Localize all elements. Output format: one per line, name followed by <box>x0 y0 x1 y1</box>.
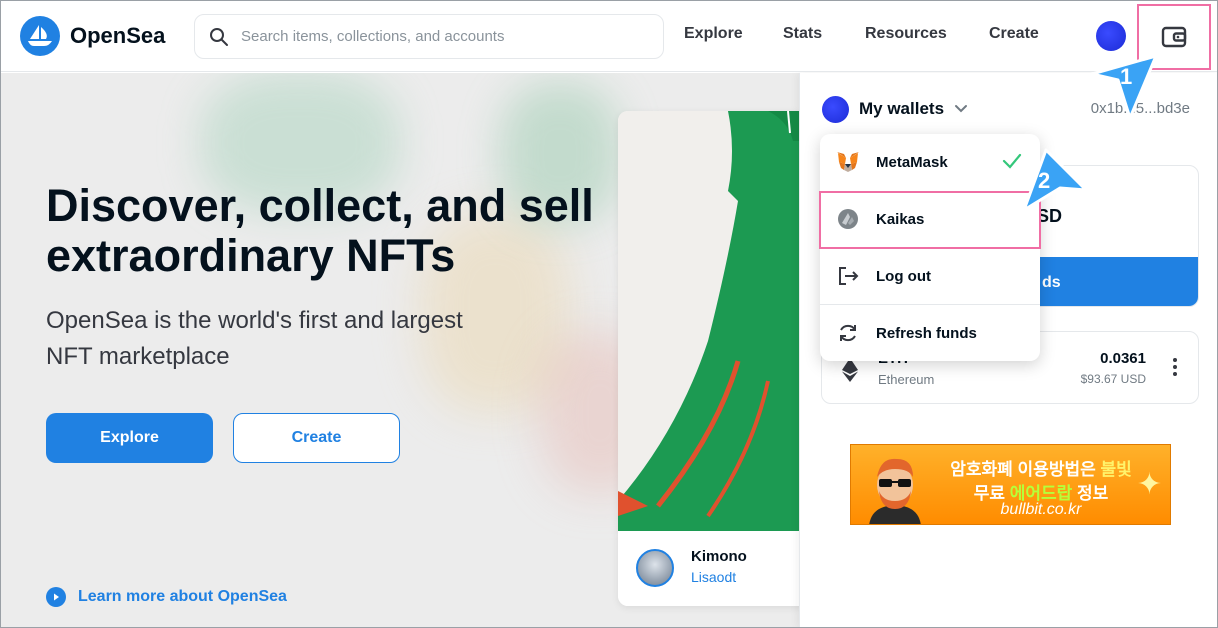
create-button[interactable]: Create <box>233 413 400 463</box>
learn-more-label: Learn more about OpenSea <box>78 588 287 605</box>
chevron-down-icon[interactable] <box>954 101 968 115</box>
menu-item-label: MetaMask <box>876 153 948 171</box>
step-marker-2: 2 <box>1020 148 1090 214</box>
sparkle-icon: ✦ <box>1136 468 1162 501</box>
menu-item-metamask[interactable]: MetaMask <box>820 134 1040 190</box>
menu-item-label: Log out <box>876 267 931 285</box>
opensea-logo[interactable]: OpenSea <box>20 16 165 56</box>
kaikas-icon <box>836 207 860 231</box>
wallet-dropdown-menu: MetaMask Kaikas Log out Refresh funds <box>820 134 1040 361</box>
creator-avatar[interactable] <box>636 549 674 587</box>
ad-character-image <box>869 458 921 524</box>
featured-nft-footer: Kimono Lisaodt <box>618 531 800 606</box>
menu-item-kaikas[interactable]: Kaikas <box>820 191 1040 247</box>
hero-section: Discover, collect, and sell extraordinar… <box>0 73 800 628</box>
nft-author[interactable]: Lisaodt <box>691 569 736 585</box>
token-usd-value: $93.67 USD <box>1080 372 1146 386</box>
nav-create[interactable]: Create <box>989 25 1039 43</box>
nav-resources[interactable]: Resources <box>865 25 947 43</box>
logout-icon <box>836 264 860 288</box>
nav-stats[interactable]: Stats <box>783 25 822 43</box>
token-amount: 0.0361 <box>1100 350 1146 367</box>
token-name: Ethereum <box>878 372 935 387</box>
opensea-boat-icon <box>20 16 60 56</box>
my-wallets-toggle[interactable]: My wallets <box>859 99 944 119</box>
search-input[interactable] <box>241 28 641 45</box>
menu-item-label: Kaikas <box>876 210 925 228</box>
nav-explore[interactable]: Explore <box>684 25 743 43</box>
step-marker-1: 1 <box>1088 52 1160 120</box>
hero-title: Discover, collect, and sell extraordinar… <box>46 180 594 281</box>
wallet-avatar <box>822 96 849 123</box>
ad-line-1: 암호화폐 이용방법은 불빛 <box>950 460 1132 479</box>
metamask-fox-icon <box>836 150 860 174</box>
ad-banner[interactable]: 암호화폐 이용방법은 불빛 무료 에어드랍 정보 bullbit.co.kr ✦ <box>850 444 1171 525</box>
logo-text: OpenSea <box>70 23 166 48</box>
featured-nft-image <box>618 111 800 531</box>
play-icon <box>46 587 66 607</box>
more-options-icon[interactable] <box>1172 358 1178 376</box>
nft-name[interactable]: Kimono <box>691 548 747 565</box>
hero-subtitle: OpenSea is the world's first and largest… <box>46 307 463 370</box>
menu-item-refresh-funds[interactable]: Refresh funds <box>820 305 1040 361</box>
search-bar[interactable] <box>194 14 664 59</box>
explore-button[interactable]: Explore <box>46 413 213 463</box>
menu-item-logout[interactable]: Log out <box>820 248 1040 304</box>
top-header: OpenSea Explore Stats Resources Create <box>0 0 1218 72</box>
ad-domain: bullbit.co.kr <box>1000 501 1082 518</box>
menu-item-label: Refresh funds <box>876 324 977 342</box>
learn-more-link[interactable]: Learn more about OpenSea <box>46 587 287 607</box>
featured-nft-card[interactable]: Kimono Lisaodt <box>618 111 800 606</box>
profile-avatar[interactable] <box>1096 21 1126 51</box>
check-icon <box>1002 153 1022 169</box>
wallet-icon <box>1161 26 1187 48</box>
ethereum-icon <box>842 358 858 382</box>
refresh-icon <box>836 321 860 345</box>
search-icon <box>210 27 228 46</box>
